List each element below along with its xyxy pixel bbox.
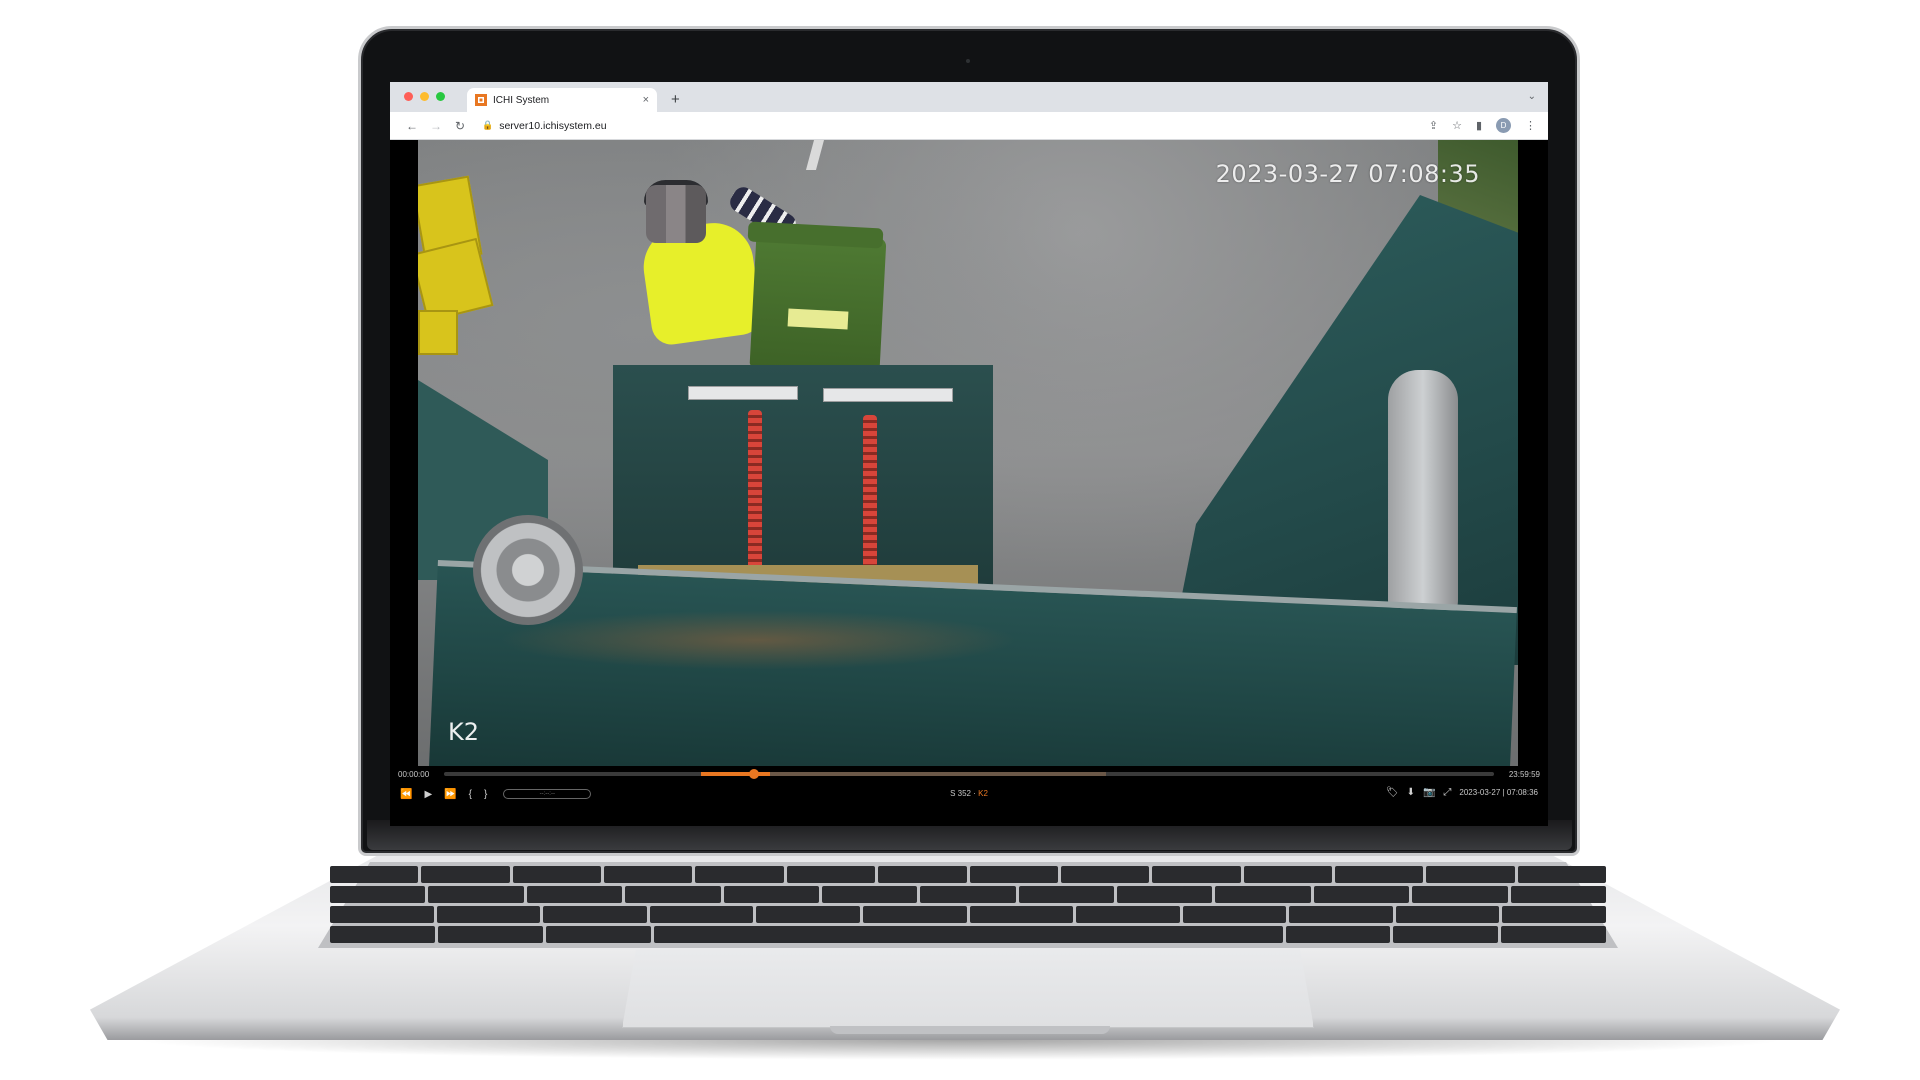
bin-label bbox=[787, 308, 849, 330]
maximize-window-button[interactable] bbox=[436, 92, 445, 101]
timeline-end-time: 23:59:59 bbox=[1508, 769, 1540, 779]
url-text[interactable]: server10.ichisystem.eu bbox=[499, 120, 606, 132]
window-controls bbox=[390, 92, 459, 112]
yellow-crate bbox=[418, 310, 458, 355]
browser-toolbar: ← → ↻ 🔒 server10.ichisystem.eu ⇪ ☆ ▮ D ⋮ bbox=[390, 112, 1548, 140]
webcam bbox=[966, 59, 970, 63]
forward-button[interactable]: → bbox=[424, 119, 448, 133]
current-datetime: 2023-03-27 | 07:08:36 bbox=[1459, 788, 1538, 797]
timeline-track[interactable] bbox=[444, 769, 1494, 779]
buffered-segment bbox=[701, 772, 770, 776]
blurred-face bbox=[646, 185, 706, 243]
hinge-plate bbox=[1388, 370, 1458, 630]
playhead-knob[interactable] bbox=[748, 769, 759, 779]
beam-dirt bbox=[498, 610, 1018, 670]
snapshot-camera-icon[interactable]: 📷 bbox=[1423, 787, 1435, 798]
camera-video[interactable]: 2023-03-27 07:08:35 K2 bbox=[418, 140, 1518, 766]
tab-search-chevron-icon[interactable]: ⌄ bbox=[1528, 91, 1536, 102]
video-timestamp: 2023-03-27 07:08:35 bbox=[1215, 160, 1480, 188]
bookmark-star-icon[interactable]: ☆ bbox=[1452, 119, 1462, 132]
lift-bar-right bbox=[823, 388, 953, 402]
close-tab-icon[interactable]: × bbox=[643, 94, 649, 106]
camera-id: K2 bbox=[978, 789, 988, 798]
green-wheelie-bin bbox=[749, 231, 887, 374]
tab-ichi-system[interactable]: ICHI System × bbox=[467, 88, 657, 112]
timeline: 00:00:00 23:59:59 bbox=[390, 766, 1548, 782]
camera-label: K2 bbox=[448, 718, 480, 746]
back-button[interactable]: ← bbox=[400, 119, 424, 133]
side-panel-icon[interactable]: ▮ bbox=[1476, 119, 1482, 132]
tag-icon[interactable]: 🏷 bbox=[1386, 787, 1399, 798]
address-bar[interactable]: 🔒 server10.ichisystem.eu bbox=[476, 116, 1429, 136]
screen: ICHI System × + ⌄ ← → ↻ 🔒 server10.ichis… bbox=[390, 82, 1548, 826]
reload-button[interactable]: ↻ bbox=[448, 119, 472, 133]
fullscreen-icon[interactable]: ⤢ bbox=[1443, 787, 1451, 798]
browser-tabbar: ICHI System × + ⌄ bbox=[390, 82, 1548, 112]
minimize-window-button[interactable] bbox=[420, 92, 429, 101]
pivot-joint bbox=[473, 515, 583, 625]
key-rows bbox=[329, 866, 1607, 946]
vehicle-camera-label: S 352 · K2 bbox=[390, 789, 1548, 798]
share-icon[interactable]: ⇪ bbox=[1429, 119, 1438, 132]
lift-bar-left bbox=[688, 386, 798, 400]
close-window-button[interactable] bbox=[404, 92, 413, 101]
vehicle-id: S 352 bbox=[950, 789, 971, 798]
tab-title: ICHI System bbox=[493, 94, 550, 106]
trackpad bbox=[622, 950, 1314, 1028]
lock-icon[interactable]: 🔒 bbox=[482, 120, 493, 131]
ichi-favicon-icon bbox=[475, 94, 487, 106]
download-icon[interactable]: ⬇ bbox=[1407, 787, 1415, 798]
timeline-start-time: 00:00:00 bbox=[398, 769, 430, 779]
new-tab-button[interactable]: + bbox=[671, 92, 680, 107]
lift-spring-right bbox=[863, 415, 877, 575]
browser-menu-icon[interactable]: ⋮ bbox=[1525, 119, 1536, 132]
profile-avatar[interactable]: D bbox=[1496, 118, 1511, 133]
player-controls: ⏪ ▶ ⏩ { } --:--:-- S 352 · K2 🏷 ⬇ 📷 ⤢ 20… bbox=[390, 784, 1548, 804]
lift-spring-left bbox=[748, 410, 762, 570]
opening-notch bbox=[830, 1026, 1110, 1034]
